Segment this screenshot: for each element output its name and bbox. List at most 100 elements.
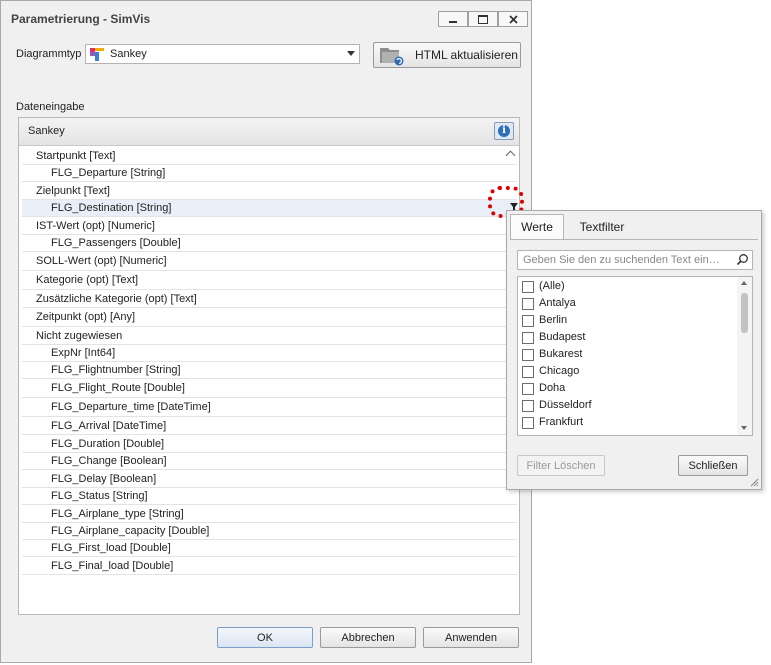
info-icon: i xyxy=(498,125,510,137)
checkbox[interactable] xyxy=(522,349,534,361)
checkbox[interactable] xyxy=(522,332,534,344)
field-group-row[interactable]: Startpunkt [Text] xyxy=(22,147,517,165)
field-item-row[interactable]: FLG_Arrival [DateTime] xyxy=(22,417,517,435)
field-item-row[interactable]: FLG_Departure_time [DateTime] xyxy=(22,398,517,417)
ok-button[interactable]: OK xyxy=(217,627,313,648)
panel-header: Sankey i xyxy=(19,118,519,146)
filter-value-label: Berlin xyxy=(539,314,568,326)
checkbox[interactable] xyxy=(522,383,534,395)
checkbox[interactable] xyxy=(522,298,534,310)
close-button[interactable] xyxy=(498,11,528,27)
resize-grip-icon[interactable] xyxy=(749,477,759,487)
field-label: FLG_Departure [String] xyxy=(51,167,166,179)
diagram-type-label: Diagrammtyp xyxy=(16,48,82,60)
checkbox[interactable] xyxy=(522,281,534,293)
scroll-up-icon[interactable] xyxy=(741,281,747,285)
filter-value-label: Bukarest xyxy=(539,348,583,360)
close-filter-label: Schließen xyxy=(688,459,738,472)
filter-value-label: Düsseldorf xyxy=(539,399,592,411)
maximize-button[interactable] xyxy=(468,11,498,27)
filter-value-label: Doha xyxy=(539,382,566,394)
checkbox[interactable] xyxy=(522,315,534,327)
filter-value-label: Chicago xyxy=(539,365,580,377)
field-label: FLG_Departure_time [DateTime] xyxy=(51,401,211,413)
field-item-row[interactable]: FLG_Flight_Route [Double] xyxy=(22,379,517,398)
chevron-down-icon xyxy=(347,51,355,56)
scroll-thumb[interactable] xyxy=(741,293,748,333)
field-group-row[interactable]: Nicht zugewiesen xyxy=(22,327,517,345)
filter-value-list: (Alle) Antalya Berlin Budapest Bukarest Chica… xyxy=(517,276,753,436)
field-group-row[interactable]: Kategorie (opt) [Text] xyxy=(22,271,517,290)
filter-value-item[interactable]: Budapest xyxy=(522,329,732,346)
field-item-row[interactable]: FLG_Passengers [Double] xyxy=(22,235,517,252)
field-item-row[interactable]: FLG_Flightnumber [String] xyxy=(22,362,517,379)
field-group-row[interactable]: Zeitpunkt (opt) [Any] xyxy=(22,308,517,327)
field-item-row[interactable]: FLG_Destination [String] xyxy=(22,200,518,217)
field-item-row[interactable]: FLG_Status [String] xyxy=(22,488,517,505)
minimize-button[interactable] xyxy=(438,11,468,27)
clear-filter-label: Filter Löschen xyxy=(526,459,596,472)
filter-value-item[interactable]: Bukarest xyxy=(522,346,732,363)
filter-value-item[interactable]: Doha xyxy=(522,380,732,397)
field-item-row[interactable]: FLG_Change [Boolean] xyxy=(22,453,517,470)
filter-value-label: Frankfurt xyxy=(539,416,584,428)
field-label: FLG_Arrival [DateTime] xyxy=(51,419,167,432)
field-item-row[interactable]: FLG_First_load [Double] xyxy=(22,540,517,557)
field-item-row[interactable]: ExpNr [Int64] xyxy=(22,345,517,362)
field-label: FLG_Delay [Boolean] xyxy=(51,472,157,485)
field-label: Nicht zugewiesen xyxy=(36,329,123,342)
field-label: FLG_Passengers [Double] xyxy=(51,237,181,249)
chevron-up-icon[interactable] xyxy=(505,150,516,161)
filter-value-label: Antalya xyxy=(539,297,576,309)
close-filter-button[interactable]: Schließen xyxy=(678,455,748,476)
field-item-row[interactable]: FLG_Departure [String] xyxy=(22,165,517,182)
maximize-icon xyxy=(478,14,488,24)
checkbox[interactable] xyxy=(522,417,534,429)
field-label: Zeitpunkt (opt) [Any] xyxy=(36,311,136,323)
field-item-row[interactable]: FLG_Final_load [Double] xyxy=(22,557,517,575)
html-update-button[interactable]: HTML aktualisieren xyxy=(373,42,521,68)
panel-title: Sankey xyxy=(28,125,65,137)
field-label: FLG_Flight_Route [Double] xyxy=(51,382,185,394)
html-update-label: HTML aktualisieren xyxy=(415,48,518,62)
filter-value-item[interactable]: Antalya xyxy=(522,295,732,312)
field-group-row[interactable]: IST-Wert (opt) [Numeric] xyxy=(22,217,517,235)
diagram-type-select[interactable]: Sankey xyxy=(85,44,360,64)
search-icon xyxy=(736,254,748,266)
parameter-dialog: Parametrierung - SimVis Diagrammtyp Sank… xyxy=(0,0,532,663)
field-item-row[interactable]: FLG_Delay [Boolean] xyxy=(22,470,517,488)
field-group-row[interactable]: Zusätzliche Kategorie (opt) [Text] xyxy=(22,290,517,308)
scroll-down-icon[interactable] xyxy=(741,426,747,430)
filter-value-item[interactable]: Düsseldorf xyxy=(522,397,732,414)
title-bar[interactable]: Parametrierung - SimVis xyxy=(1,1,531,35)
folder-refresh-icon xyxy=(380,48,404,66)
clear-filter-button[interactable]: Filter Löschen xyxy=(517,455,605,476)
cancel-label: Abbrechen xyxy=(341,631,395,644)
window-title: Parametrierung - SimVis xyxy=(11,12,151,26)
field-item-row[interactable]: FLG_Airplane_capacity [Double] xyxy=(22,523,517,540)
filter-search-input[interactable]: Geben Sie den zu suchenden Text ein… xyxy=(517,250,753,270)
tab-values[interactable]: Werte xyxy=(510,214,564,239)
field-item-row[interactable]: FLG_Duration [Double] xyxy=(22,435,517,453)
tab-divider xyxy=(510,239,758,240)
field-label: FLG_Status [String] xyxy=(51,490,148,502)
filter-value-item[interactable]: (Alle) xyxy=(522,278,732,295)
filter-value-item[interactable]: Berlin xyxy=(522,312,732,329)
tab-textfilter[interactable]: Textfilter xyxy=(567,214,637,239)
filter-value-label: Budapest xyxy=(539,331,586,343)
field-label: FLG_Destination [String] xyxy=(51,202,172,214)
scrollbar[interactable] xyxy=(737,277,752,435)
field-group-row[interactable]: SOLL-Wert (opt) [Numeric] xyxy=(22,252,517,271)
checkbox[interactable] xyxy=(522,366,534,378)
apply-button[interactable]: Anwenden xyxy=(423,627,519,648)
info-button[interactable]: i xyxy=(494,122,514,140)
field-item-row[interactable]: FLG_Airplane_type [String] xyxy=(22,505,517,523)
filter-value-item[interactable]: Chicago xyxy=(522,363,732,380)
field-label: FLG_Final_load [Double] xyxy=(51,559,174,572)
filter-value-item[interactable]: Frankfurt xyxy=(522,414,732,431)
diagram-type-value: Sankey xyxy=(110,48,147,60)
cancel-button[interactable]: Abbrechen xyxy=(320,627,416,648)
field-group-row[interactable]: Zielpunkt [Text] xyxy=(22,182,517,200)
checkbox[interactable] xyxy=(522,400,534,412)
field-label: Kategorie (opt) [Text] xyxy=(36,274,139,286)
